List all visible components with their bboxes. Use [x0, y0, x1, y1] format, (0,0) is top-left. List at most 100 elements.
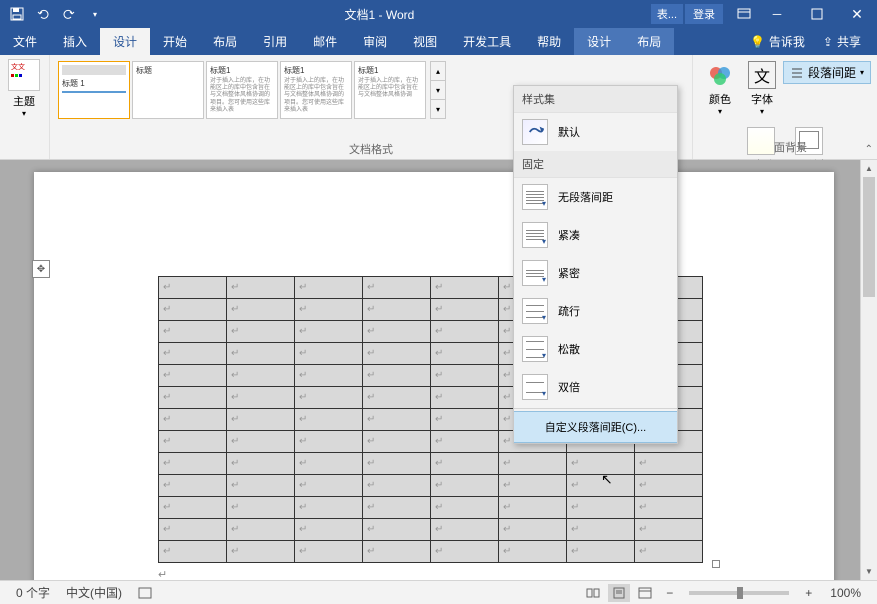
close-button[interactable]: ✕ [837, 1, 877, 27]
table-cell[interactable]: ↵ [227, 277, 295, 299]
style-item-2[interactable]: 标题1 对于插入上的库，在功能区上的库中包含旨在与文档整体风格协调的项目。您可使… [206, 61, 278, 119]
scroll-up-button[interactable]: ▲ [861, 160, 877, 177]
table-cell[interactable]: ↵ [431, 541, 499, 563]
style-item-3[interactable]: 标题1 对于插入上的库，在功能区上的库中包含旨在与文档整体风格协调的项目。您可使… [280, 61, 352, 119]
table-cell[interactable]: ↵ [431, 409, 499, 431]
menu-mail[interactable]: 邮件 [300, 28, 350, 55]
table-cell[interactable]: ↵ [227, 387, 295, 409]
table-cell[interactable]: ↵ [227, 409, 295, 431]
gallery-down[interactable]: ▾ [431, 81, 445, 100]
table-cell[interactable]: ↵ [431, 431, 499, 453]
table-cell[interactable]: ↵ [363, 365, 431, 387]
table-cell[interactable]: ↵ [363, 475, 431, 497]
table-cell[interactable]: ↵ [159, 409, 227, 431]
redo-button[interactable] [56, 1, 82, 27]
table-cell[interactable]: ↵ [295, 277, 363, 299]
scroll-down-button[interactable]: ▼ [861, 563, 877, 580]
table-cell[interactable]: ↵ [567, 519, 635, 541]
table-cell[interactable]: ↵ [227, 321, 295, 343]
table-cell[interactable]: ↵ [499, 519, 567, 541]
share-button[interactable]: ⇪共享 [815, 33, 869, 50]
table-cell[interactable]: ↵ [227, 453, 295, 475]
table-cell[interactable]: ↵ [295, 321, 363, 343]
table-cell[interactable]: ↵ [295, 299, 363, 321]
login-button[interactable]: 登录 [685, 4, 723, 24]
dd-item-tight[interactable]: ▾ 紧密 [514, 254, 677, 292]
table-cell[interactable]: ↵ [431, 365, 499, 387]
table-cell[interactable]: ↵ [295, 365, 363, 387]
table-cell[interactable]: ↵ [363, 497, 431, 519]
table-cell[interactable]: ↵ [363, 343, 431, 365]
table-cell[interactable]: ↵ [227, 343, 295, 365]
maximize-button[interactable] [797, 1, 837, 27]
table-cell[interactable]: ↵ [499, 475, 567, 497]
fonts-button[interactable]: 文 字体 ▾ [741, 59, 783, 116]
menu-view[interactable]: 视图 [400, 28, 450, 55]
table-cell[interactable]: ↵ [363, 321, 431, 343]
menu-dev[interactable]: 开发工具 [450, 28, 524, 55]
table-cell[interactable]: ↵ [227, 365, 295, 387]
table-cell[interactable]: ↵ [431, 321, 499, 343]
table-cell[interactable]: ↵ [227, 541, 295, 563]
word-count[interactable]: 0 个字 [8, 584, 58, 601]
language-status[interactable]: 中文(中国) [58, 584, 130, 601]
table-cell[interactable]: ↵ [363, 387, 431, 409]
table-cell[interactable]: ↵ [227, 299, 295, 321]
table-cell[interactable]: ↵ [159, 365, 227, 387]
ribbon-options-button[interactable] [731, 1, 757, 27]
table-cell[interactable]: ↵ [159, 475, 227, 497]
table-cell[interactable]: ↵ [363, 277, 431, 299]
table-cell[interactable]: ↵ [227, 431, 295, 453]
menu-file[interactable]: 文件 [0, 28, 50, 55]
table-cell[interactable]: ↵ [295, 453, 363, 475]
scroll-thumb[interactable] [863, 177, 875, 297]
style-item-0[interactable]: 标题 1 [58, 61, 130, 119]
zoom-handle[interactable] [737, 587, 743, 599]
view-print-button[interactable] [608, 584, 630, 602]
table-cell[interactable]: ↵ [159, 431, 227, 453]
table-cell[interactable]: ↵ [363, 299, 431, 321]
table-cell[interactable]: ↵ [295, 387, 363, 409]
view-web-button[interactable] [634, 584, 656, 602]
table-cell[interactable]: ↵ [295, 541, 363, 563]
table-cell[interactable]: ↵ [499, 541, 567, 563]
vertical-scrollbar[interactable]: ▲ ▼ [860, 160, 877, 580]
dd-item-double[interactable]: ▾ 双倍 [514, 368, 677, 406]
menu-design[interactable]: 设计 [100, 28, 150, 55]
table-cell[interactable]: ↵ [227, 497, 295, 519]
dd-item-compact[interactable]: ▾ 紧凑 [514, 216, 677, 254]
zoom-slider[interactable] [689, 591, 789, 595]
table-cell[interactable]: ↵ [295, 343, 363, 365]
table-cell[interactable]: ↵ [431, 299, 499, 321]
dd-item-open[interactable]: ▾ 疏行 [514, 292, 677, 330]
menu-ctx-design[interactable]: 设计 [574, 28, 624, 55]
style-item-1[interactable]: 标题 [132, 61, 204, 119]
table-cell[interactable]: ↵ [431, 387, 499, 409]
table-cell[interactable]: ↵ [431, 519, 499, 541]
table-cell[interactable]: ↵ [159, 321, 227, 343]
table-cell[interactable]: ↵ [159, 277, 227, 299]
dd-item-relaxed[interactable]: ▾ 松散 [514, 330, 677, 368]
gallery-more[interactable]: ▾ [431, 100, 445, 118]
table-resize-handle[interactable] [712, 560, 720, 568]
menu-reference[interactable]: 引用 [250, 28, 300, 55]
table-cell[interactable]: ↵ [635, 497, 703, 519]
table-cell[interactable]: ↵ [159, 343, 227, 365]
table-cell[interactable]: ↵ [227, 475, 295, 497]
style-gallery[interactable]: 标题 1 标题 标题1 对于插入上的库，在功能区上的库中包含旨在与文档整体风格协… [56, 59, 448, 121]
table-cell[interactable]: ↵ [431, 475, 499, 497]
table-cell[interactable]: ↵ [635, 475, 703, 497]
table-cell[interactable]: ↵ [159, 453, 227, 475]
undo-button[interactable] [30, 1, 56, 27]
dd-item-default[interactable]: 默认 [514, 113, 677, 151]
zoom-in-button[interactable]: + [799, 586, 818, 600]
table-cell[interactable]: ↵ [295, 519, 363, 541]
minimize-button[interactable]: ─ [757, 1, 797, 27]
table-cell[interactable]: ↵ [227, 519, 295, 541]
menu-review[interactable]: 审阅 [350, 28, 400, 55]
collapse-ribbon-icon[interactable]: ⌃ [865, 144, 873, 155]
gallery-up[interactable]: ▴ [431, 62, 445, 81]
dd-item-custom[interactable]: 自定义段落间距(C)... [514, 411, 677, 443]
table-cell[interactable]: ↵ [567, 497, 635, 519]
menu-start[interactable]: 开始 [150, 28, 200, 55]
